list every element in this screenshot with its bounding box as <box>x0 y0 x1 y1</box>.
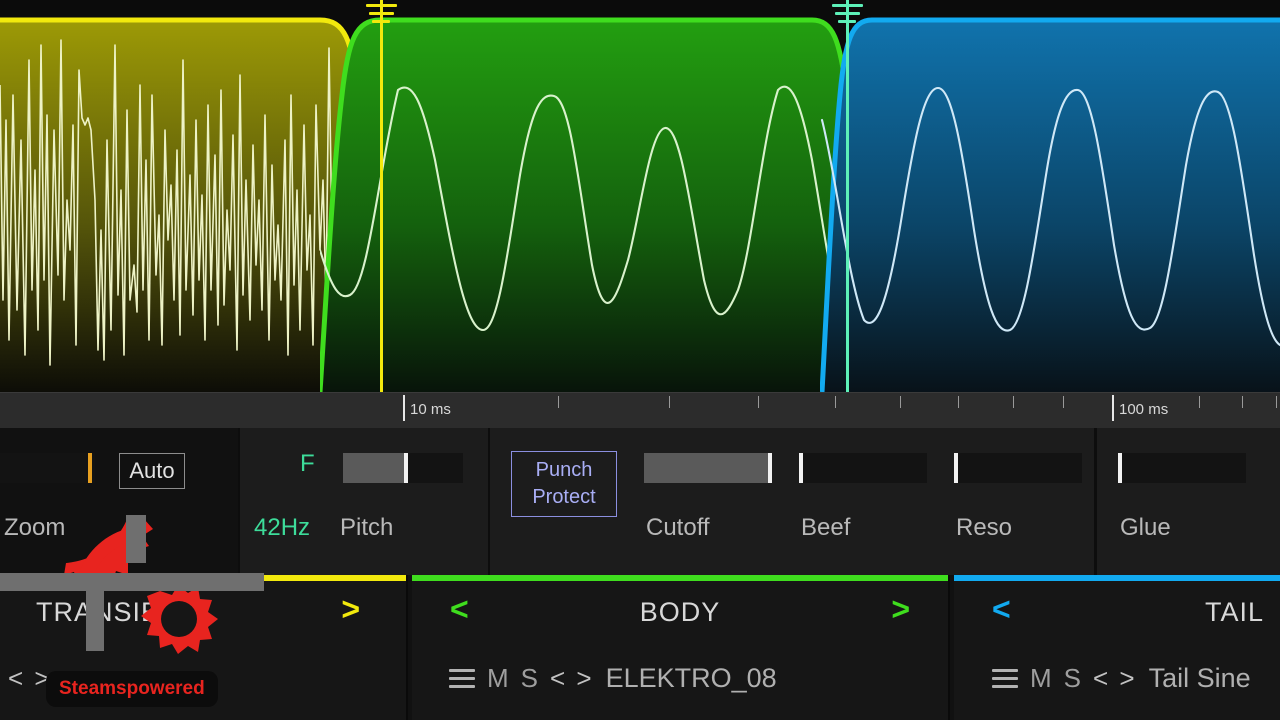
crossover-handle-transient-body[interactable] <box>380 0 383 392</box>
reso-label: Reso <box>956 514 1012 542</box>
ruler-tick <box>900 396 901 408</box>
pitch-slider[interactable] <box>343 453 463 483</box>
ruler-tick <box>1013 396 1014 408</box>
band-title-transient: TRANSIENT <box>36 597 198 628</box>
pitch-panel: F 42Hz Pitch <box>240 428 488 575</box>
ruler-tick <box>1199 396 1200 408</box>
solo-button-tail[interactable]: S <box>1064 663 1081 694</box>
pitch-value[interactable]: 42Hz <box>254 514 310 542</box>
waveform-display[interactable] <box>0 0 1280 392</box>
filter-knobs-panel: Cutoff Beef Reso <box>629 428 1094 575</box>
pitch-slider-knob[interactable] <box>404 453 408 483</box>
strip-divider <box>948 575 950 720</box>
ruler-tick-major <box>403 395 405 421</box>
strip-accent-transient <box>0 575 406 581</box>
cutoff-slider-fill <box>644 453 772 483</box>
punch-protect-line1: Punch <box>536 457 593 484</box>
cutoff-slider-knob[interactable] <box>768 453 772 483</box>
pitch-label: Pitch <box>340 514 393 542</box>
strip-accent-body <box>412 575 948 581</box>
zoom-slider[interactable] <box>0 453 95 483</box>
band-controls-tail: M S < > Tail Sine <box>992 663 1263 694</box>
control-bar: Auto Zoom F 42Hz Pitch Punch Protect <box>0 428 1280 575</box>
auto-button[interactable]: Auto <box>119 453 185 489</box>
hamburger-icon[interactable] <box>992 664 1018 693</box>
ruler-tick <box>758 396 759 408</box>
plugin-window: 10 ms 100 ms Auto Zoom F 42Hz Pitch <box>0 0 1280 720</box>
reso-slider-knob[interactable] <box>954 453 958 483</box>
zoom-label: Zoom <box>4 514 65 542</box>
strip-accent-tail <box>954 575 1280 581</box>
ruler-tick <box>669 396 670 408</box>
glue-slider[interactable] <box>1118 453 1246 483</box>
preset-nav-body[interactable]: < > <box>550 663 594 694</box>
solo-button-body[interactable]: S <box>521 663 538 694</box>
crossover-stem <box>846 0 849 392</box>
crossover-grip[interactable] <box>366 2 397 24</box>
ruler-tick <box>958 396 959 408</box>
mute-button-tail[interactable]: M <box>1030 663 1052 694</box>
beef-slider-knob[interactable] <box>799 453 803 483</box>
prev-band-button-tail[interactable]: < <box>992 593 1011 625</box>
hamburger-icon[interactable] <box>449 664 475 693</box>
reso-slider[interactable] <box>954 453 1082 483</box>
pitch-slider-fill <box>343 453 405 483</box>
band-title-body: BODY <box>412 597 948 628</box>
next-band-button-body[interactable]: > <box>891 593 910 625</box>
tail-band-graphic <box>820 0 1280 392</box>
pitch-prefix: F <box>300 450 315 478</box>
time-ruler[interactable]: 10 ms 100 ms <box>0 392 1280 428</box>
band-strip-body[interactable]: < BODY > M S < > ELEKTRO_08 <box>412 575 948 720</box>
ruler-label-100ms: 100 ms <box>1119 401 1168 418</box>
next-band-button-transient[interactable]: > <box>341 593 360 625</box>
crossover-handle-body-tail[interactable] <box>846 0 849 392</box>
punch-protect-button[interactable]: Punch Protect <box>511 451 617 517</box>
glue-slider-knob[interactable] <box>1118 453 1122 483</box>
ruler-tick <box>558 396 559 408</box>
band-region-tail[interactable] <box>820 0 1280 392</box>
ruler-tick <box>1242 396 1243 408</box>
watermark-tooltip: Steamspowered <box>46 671 218 707</box>
glue-panel: Glue <box>1097 428 1280 575</box>
ruler-tick <box>835 396 836 408</box>
beef-slider[interactable] <box>799 453 927 483</box>
beef-label: Beef <box>801 514 850 542</box>
mute-button-body[interactable]: M <box>487 663 509 694</box>
glue-label: Glue <box>1120 514 1171 542</box>
zoom-panel: Auto Zoom <box>0 428 238 575</box>
cutoff-label: Cutoff <box>646 514 710 542</box>
band-controls-body: M S < > ELEKTRO_08 <box>449 663 789 694</box>
preset-name-body[interactable]: ELEKTRO_08 <box>606 663 777 694</box>
strip-divider <box>406 575 408 720</box>
band-region-body[interactable] <box>320 0 880 392</box>
punch-protect-line2: Protect <box>532 484 595 511</box>
ruler-tick <box>1276 396 1277 408</box>
band-title-tail: TAIL <box>1205 597 1264 628</box>
preset-name-tail[interactable]: Tail Sine <box>1149 663 1251 694</box>
ruler-tick <box>1063 396 1064 408</box>
zoom-slider-knob[interactable] <box>88 453 92 483</box>
ruler-tick-major <box>1112 395 1114 421</box>
body-band-graphic <box>320 0 880 392</box>
crossover-stem <box>380 0 383 392</box>
band-strip-tail[interactable]: < TAIL M S < > Tail Sine <box>954 575 1280 720</box>
ruler-label-10ms: 10 ms <box>410 401 451 418</box>
crossover-grip[interactable] <box>832 2 863 24</box>
preset-nav-tail[interactable]: < > <box>1093 663 1137 694</box>
cutoff-slider[interactable] <box>644 453 772 483</box>
